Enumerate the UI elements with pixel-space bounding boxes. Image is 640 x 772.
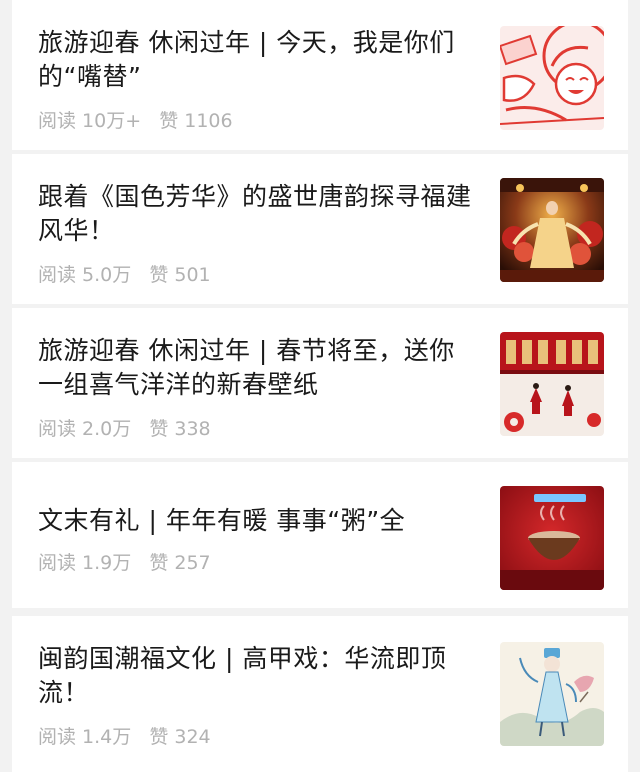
article-card-1[interactable]: 旅游迎春 休闲过年 | 今天，我是你们的“嘴替” 阅读 10万+ 赞 1106 [12, 0, 628, 150]
article-thumbnail[interactable] [500, 332, 604, 436]
article-meta: 阅读 2.0万 赞 338 [38, 414, 478, 441]
article-thumbnail[interactable] [500, 486, 604, 590]
article-card-3[interactable]: 旅游迎春 休闲过年 | 春节将至，送你一组喜气洋洋的新春壁纸 阅读 2.0万 赞… [12, 308, 628, 458]
like-count: 赞 257 [149, 552, 211, 574]
opera-performer-ink-painting [500, 642, 604, 746]
article-thumbnail[interactable] [500, 26, 604, 130]
article-title[interactable]: 文末有礼 | 年年有暖 事事“粥”全 [38, 504, 478, 538]
article-body: 文末有礼 | 年年有暖 事事“粥”全 阅读 1.9万 赞 257 [38, 504, 478, 575]
article-body: 闽韵国潮福文化 | 高甲戏：华流即顶流！ 阅读 1.4万 赞 324 [38, 642, 478, 749]
tang-dynasty-dancer-scene [500, 178, 604, 282]
like-count: 赞 324 [149, 726, 211, 748]
read-count: 阅读 1.4万 [38, 726, 132, 748]
article-thumbnail[interactable] [500, 642, 604, 746]
like-count: 赞 338 [149, 418, 211, 440]
article-title[interactable]: 跟着《国色芳华》的盛世唐韵探寻福建风华！ [38, 180, 478, 248]
article-title[interactable]: 旅游迎春 休闲过年 | 春节将至，送你一组喜气洋洋的新春壁纸 [38, 334, 478, 402]
article-thumbnail[interactable] [500, 178, 604, 282]
article-list-page: 旅游迎春 休闲过年 | 今天，我是你们的“嘴替” 阅读 10万+ 赞 1106 [0, 0, 640, 772]
article-body: 跟着《国色芳华》的盛世唐韵探寻福建风华！ 阅读 5.0万 赞 501 [38, 180, 478, 287]
article-title[interactable]: 闽韵国潮福文化 | 高甲戏：华流即顶流！ [38, 642, 478, 710]
read-count: 阅读 2.0万 [38, 418, 132, 440]
article-title[interactable]: 旅游迎春 休闲过年 | 今天，我是你们的“嘴替” [38, 26, 478, 94]
like-count: 赞 1106 [159, 110, 233, 132]
article-meta: 阅读 1.4万 赞 324 [38, 722, 478, 749]
cartoon-red-illustration [500, 26, 604, 130]
like-count: 赞 501 [149, 264, 211, 286]
article-card-2[interactable]: 跟着《国色芳华》的盛世唐韵探寻福建风华！ 阅读 5.0万 赞 501 [12, 154, 628, 304]
article-meta: 阅读 10万+ 赞 1106 [38, 106, 478, 133]
article-body: 旅游迎春 休闲过年 | 今天，我是你们的“嘴替” 阅读 10万+ 赞 1106 [38, 26, 478, 133]
article-card-5[interactable]: 闽韵国潮福文化 | 高甲戏：华流即顶流！ 阅读 1.4万 赞 324 [12, 616, 628, 772]
read-count: 阅读 5.0万 [38, 264, 132, 286]
read-count: 阅读 1.9万 [38, 552, 132, 574]
red-palace-new-year-wallpaper [500, 332, 604, 436]
article-card-4[interactable]: 文末有礼 | 年年有暖 事事“粥”全 阅读 1.9万 赞 257 [12, 462, 628, 608]
read-count: 阅读 10万+ [38, 110, 142, 132]
steaming-porridge-bowl-red [500, 486, 604, 590]
article-meta: 阅读 1.9万 赞 257 [38, 548, 478, 575]
article-meta: 阅读 5.0万 赞 501 [38, 260, 478, 287]
article-body: 旅游迎春 休闲过年 | 春节将至，送你一组喜气洋洋的新春壁纸 阅读 2.0万 赞… [38, 334, 478, 441]
